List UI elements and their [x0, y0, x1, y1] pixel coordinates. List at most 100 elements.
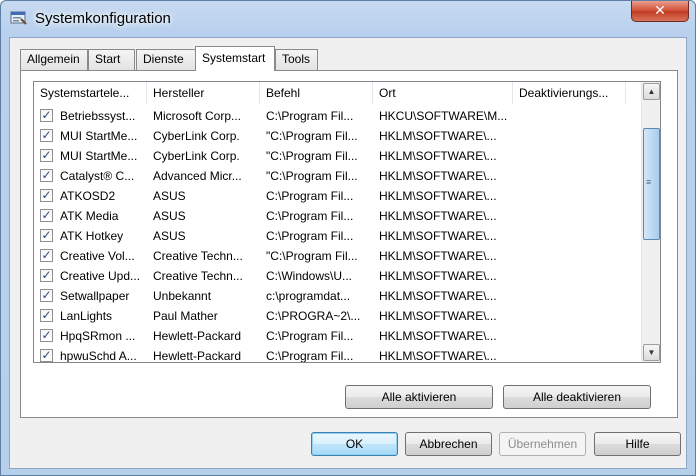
row-manufacturer: Creative Techn...: [153, 269, 243, 283]
row-checkbox[interactable]: ✓: [40, 109, 53, 122]
list-item[interactable]: ✓ ATK Hotkey ASUS C:\Program Fil... HKLM\SOF…: [34, 226, 626, 246]
row-manufacturer: ASUS: [153, 189, 186, 203]
row-manufacturer: CyberLink Corp.: [153, 129, 240, 143]
row-location: HKLM\SOFTWARE\...: [379, 209, 497, 223]
list-item[interactable]: ✓ Creative Upd... Creative Techn... C:\Wind…: [34, 266, 626, 286]
tab-systemstart[interactable]: Systemstart: [195, 46, 275, 71]
row-command: C:\Program Fil...: [266, 209, 354, 223]
row-command: "C:\Program Fil...: [266, 169, 358, 183]
tab-allgemein[interactable]: Allgemein: [20, 49, 88, 70]
row-manufacturer: Hewlett-Packard: [153, 349, 242, 363]
row-manufacturer: Microsoft Corp...: [153, 109, 242, 123]
row-item-name: Creative Vol...: [60, 249, 135, 263]
row-checkbox[interactable]: ✓: [40, 129, 53, 142]
row-command: C:\Program Fil...: [266, 229, 354, 243]
list-item[interactable]: ✓ LanLights Paul Mather C:\PROGRA~2\... HKLM…: [34, 306, 626, 326]
row-checkbox[interactable]: ✓: [40, 309, 53, 322]
row-item-name: Setwallpaper: [60, 289, 130, 303]
list-item[interactable]: ✓ HpqSRmon ... Hewlett-Packard C:\Program F…: [34, 326, 626, 346]
scroll-down-icon[interactable]: ▼: [643, 344, 660, 361]
close-button[interactable]: ✕: [631, 1, 689, 22]
row-item-name: hpwuSchd A...: [60, 349, 137, 363]
vertical-scrollbar[interactable]: ▲ ≡ ▼: [641, 82, 660, 362]
column-header-location[interactable]: Ort: [373, 82, 513, 104]
title-bar[interactable]: Systemkonfiguration ✕: [1, 1, 695, 37]
list-item[interactable]: ✓ ATKOSD2 ASUS C:\Program Fil... HKLM\SOFTWA…: [34, 186, 626, 206]
row-item-name: ATK Media: [60, 209, 119, 223]
ok-button[interactable]: OK: [311, 432, 398, 456]
row-command: C:\Program Fil...: [266, 109, 354, 123]
row-command: "C:\Program Fil...: [266, 149, 358, 163]
list-rows: ✓ Betriebssyst... Microsoft Corp... C:\Prog…: [34, 106, 626, 363]
row-location: HKLM\SOFTWARE\...: [379, 169, 497, 183]
row-manufacturer: Unbekannt: [153, 289, 212, 303]
row-command: C:\Windows\U...: [266, 269, 353, 283]
row-manufacturer: Paul Mather: [153, 309, 218, 323]
row-manufacturer: Advanced Micr...: [153, 169, 242, 183]
row-checkbox[interactable]: ✓: [40, 189, 53, 202]
column-header-item[interactable]: Systemstartele...: [34, 82, 147, 104]
row-command: C:\Program Fil...: [266, 189, 354, 203]
row-command: C:\Program Fil...: [266, 329, 354, 343]
list-item[interactable]: ✓ Catalyst® C... Advanced Micr... "C:\Progr…: [34, 166, 626, 186]
row-item-name: Catalyst® C...: [60, 169, 135, 183]
row-checkbox[interactable]: ✓: [40, 269, 53, 282]
row-checkbox[interactable]: ✓: [40, 329, 53, 342]
tab-dienste[interactable]: Dienste: [136, 49, 196, 70]
row-location: HKLM\SOFTWARE\...: [379, 349, 497, 363]
list-item[interactable]: ✓ Betriebssyst... Microsoft Corp... C:\Prog…: [34, 106, 626, 126]
row-location: HKLM\SOFTWARE\...: [379, 289, 497, 303]
systemstart-panel: Systemstartele... Hersteller Befehl Ort …: [20, 70, 678, 418]
row-item-name: ATKOSD2: [60, 189, 116, 203]
row-manufacturer: CyberLink Corp.: [153, 149, 240, 163]
apply-button[interactable]: Übernehmen: [499, 432, 586, 456]
list-item[interactable]: ✓ MUI StartMe... CyberLink Corp. "C:\Progra…: [34, 126, 626, 146]
row-item-name: LanLights: [60, 309, 113, 323]
row-command: c:\programdat...: [266, 289, 351, 303]
row-command: C:\Program Fil...: [266, 349, 354, 363]
row-location: HKCU\SOFTWARE\M...: [379, 109, 508, 123]
grip-icon: ≡: [646, 177, 652, 187]
list-item[interactable]: ✓ Creative Vol... Creative Techn... "C:\Pro…: [34, 246, 626, 266]
cancel-button[interactable]: Abbrechen: [405, 432, 492, 456]
column-header-command[interactable]: Befehl: [260, 82, 373, 104]
tab-tools[interactable]: Tools: [275, 49, 318, 70]
dialog-client-area: Allgemein Start Dienste Systemstart Tool…: [9, 37, 687, 469]
row-command: "C:\Program Fil...: [266, 129, 358, 143]
row-manufacturer: ASUS: [153, 229, 186, 243]
row-checkbox[interactable]: ✓: [40, 229, 53, 242]
row-command: C:\PROGRA~2\...: [266, 309, 361, 323]
row-location: HKLM\SOFTWARE\...: [379, 149, 497, 163]
list-item[interactable]: ✓ hpwuSchd A... Hewlett-Packard C:\Program …: [34, 346, 626, 363]
row-location: HKLM\SOFTWARE\...: [379, 229, 497, 243]
row-checkbox[interactable]: ✓: [40, 209, 53, 222]
row-location: HKLM\SOFTWARE\...: [379, 249, 497, 263]
scroll-up-icon[interactable]: ▲: [643, 83, 660, 100]
column-header-manufacturer[interactable]: Hersteller: [147, 82, 260, 104]
row-command: "C:\Program Fil...: [266, 249, 358, 263]
disable-all-button[interactable]: Alle deaktivieren: [503, 385, 651, 409]
row-checkbox[interactable]: ✓: [40, 249, 53, 262]
list-item[interactable]: ✓ MUI StartMe... CyberLink Corp. "C:\Progra…: [34, 146, 626, 166]
row-checkbox[interactable]: ✓: [40, 169, 53, 182]
row-item-name: Betriebssyst...: [60, 109, 136, 123]
help-button[interactable]: Hilfe: [594, 432, 681, 456]
column-header-disabled-date[interactable]: Deaktivierungs...: [513, 82, 626, 104]
tab-start[interactable]: Start: [88, 49, 135, 70]
list-item[interactable]: ✓ ATK Media ASUS C:\Program Fil... HKLM\SOFT…: [34, 206, 626, 226]
row-manufacturer: Creative Techn...: [153, 249, 243, 263]
window-title: Systemkonfiguration: [35, 10, 171, 27]
row-location: HKLM\SOFTWARE\...: [379, 269, 497, 283]
list-item[interactable]: ✓ Setwallpaper Unbekannt c:\programdat... HK…: [34, 286, 626, 306]
row-checkbox[interactable]: ✓: [40, 349, 53, 362]
row-checkbox[interactable]: ✓: [40, 289, 53, 302]
enable-all-button[interactable]: Alle aktivieren: [345, 385, 493, 409]
row-item-name: MUI StartMe...: [60, 149, 138, 163]
row-item-name: MUI StartMe...: [60, 129, 138, 143]
row-checkbox[interactable]: ✓: [40, 149, 53, 162]
row-manufacturer: Hewlett-Packard: [153, 329, 242, 343]
startup-items-list[interactable]: Systemstartele... Hersteller Befehl Ort …: [33, 81, 661, 363]
row-item-name: HpqSRmon ...: [60, 329, 136, 343]
row-location: HKLM\SOFTWARE\...: [379, 129, 497, 143]
list-header: Systemstartele... Hersteller Befehl Ort …: [34, 82, 626, 104]
